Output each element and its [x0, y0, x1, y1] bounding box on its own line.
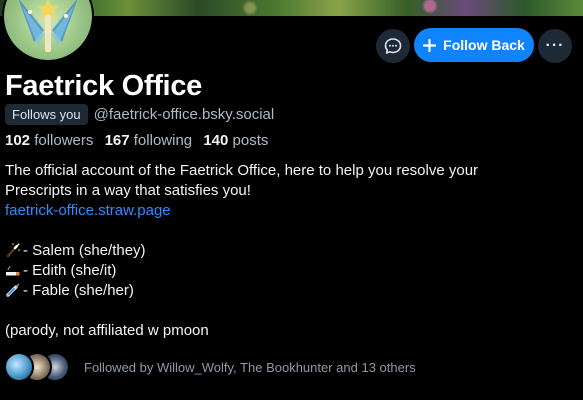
- member-line-salem: - Salem (she/they): [5, 241, 575, 261]
- posts-stat: 140 posts: [203, 132, 268, 149]
- syringe-icon: [6, 283, 20, 297]
- profile-stats: 102 followers 167 following 140 posts: [5, 132, 275, 149]
- followers-stat[interactable]: 102 followers: [5, 132, 93, 149]
- followers-count: 102: [5, 132, 31, 149]
- member-text: - Salem (she/they): [23, 242, 146, 259]
- plus-icon: [423, 38, 437, 52]
- follower-avatar: [4, 352, 34, 382]
- member-line-edith: - Edith (she/it): [5, 261, 575, 281]
- followers-label: followers: [34, 132, 94, 149]
- display-name: Faetrick Office: [5, 70, 202, 102]
- bio-line: Prescripts in a way that satisfies you!: [5, 182, 251, 199]
- posts-label: posts: [232, 132, 269, 149]
- chat-bubble-icon: [384, 38, 402, 54]
- follows-you-badge: Follows you: [5, 104, 88, 125]
- ellipsis-icon: ···: [545, 37, 565, 54]
- profile-avatar[interactable]: [2, 0, 94, 62]
- bio-line: The official account of the Faetrick Off…: [5, 162, 479, 179]
- bio-note: (parody, not affiliated w pmoon: [5, 322, 209, 339]
- profile-handle: @faetrick-office.bsky.social: [93, 106, 275, 123]
- handle-row: Follows you @faetrick-office.bsky.social: [5, 104, 274, 125]
- follow-back-button[interactable]: Follow Back: [414, 28, 534, 62]
- followed-by-row[interactable]: Followed by Willow_Wolfy, The Bookhunter…: [4, 352, 416, 382]
- cigarette-icon: [6, 265, 20, 276]
- member-text: - Edith (she/it): [23, 262, 117, 279]
- more-options-button[interactable]: ···: [538, 29, 572, 63]
- posts-count: 140: [203, 132, 229, 149]
- following-stat[interactable]: 167 following: [105, 132, 193, 149]
- following-label: following: [133, 132, 193, 149]
- following-count: 167: [104, 132, 130, 149]
- member-line-fable: - Fable (she/her): [5, 281, 575, 301]
- bio-link[interactable]: faetrick-office.straw.page: [5, 201, 575, 221]
- followed-by-text: Followed by Willow_Wolfy, The Bookhunter…: [84, 359, 416, 375]
- member-text: - Fable (she/her): [23, 282, 134, 299]
- magic-wand-icon: [6, 243, 20, 258]
- fairy-wand-icon: [18, 0, 78, 52]
- follow-back-label: Follow Back: [443, 37, 525, 53]
- profile-bio: The official account of the Faetrick Off…: [5, 161, 575, 341]
- message-button[interactable]: [376, 29, 410, 63]
